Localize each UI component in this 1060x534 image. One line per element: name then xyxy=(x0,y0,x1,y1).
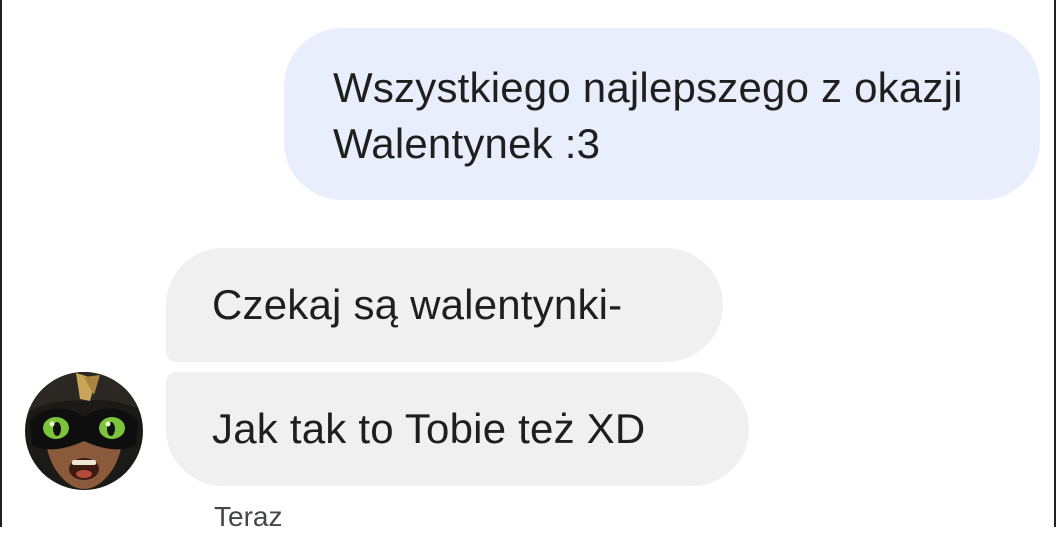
outgoing-message-text: Wszystkiego najlepszego z okazji Walenty… xyxy=(333,64,963,167)
incoming-message-bubble[interactable]: Czekaj są walentynki- xyxy=(166,248,723,362)
outgoing-message-bubble[interactable]: Wszystkiego najlepszego z okazji Walenty… xyxy=(284,28,1040,200)
message-timestamp: Teraz xyxy=(214,501,283,532)
contact-avatar[interactable] xyxy=(24,371,144,491)
incoming-message-text: Czekaj są walentynki- xyxy=(212,281,623,328)
incoming-message-text: Jak tak to Tobie też XD xyxy=(212,405,646,452)
cat-mask-avatar-icon xyxy=(25,372,143,490)
incoming-message-bubble[interactable]: Jak tak to Tobie też XD xyxy=(166,372,749,486)
